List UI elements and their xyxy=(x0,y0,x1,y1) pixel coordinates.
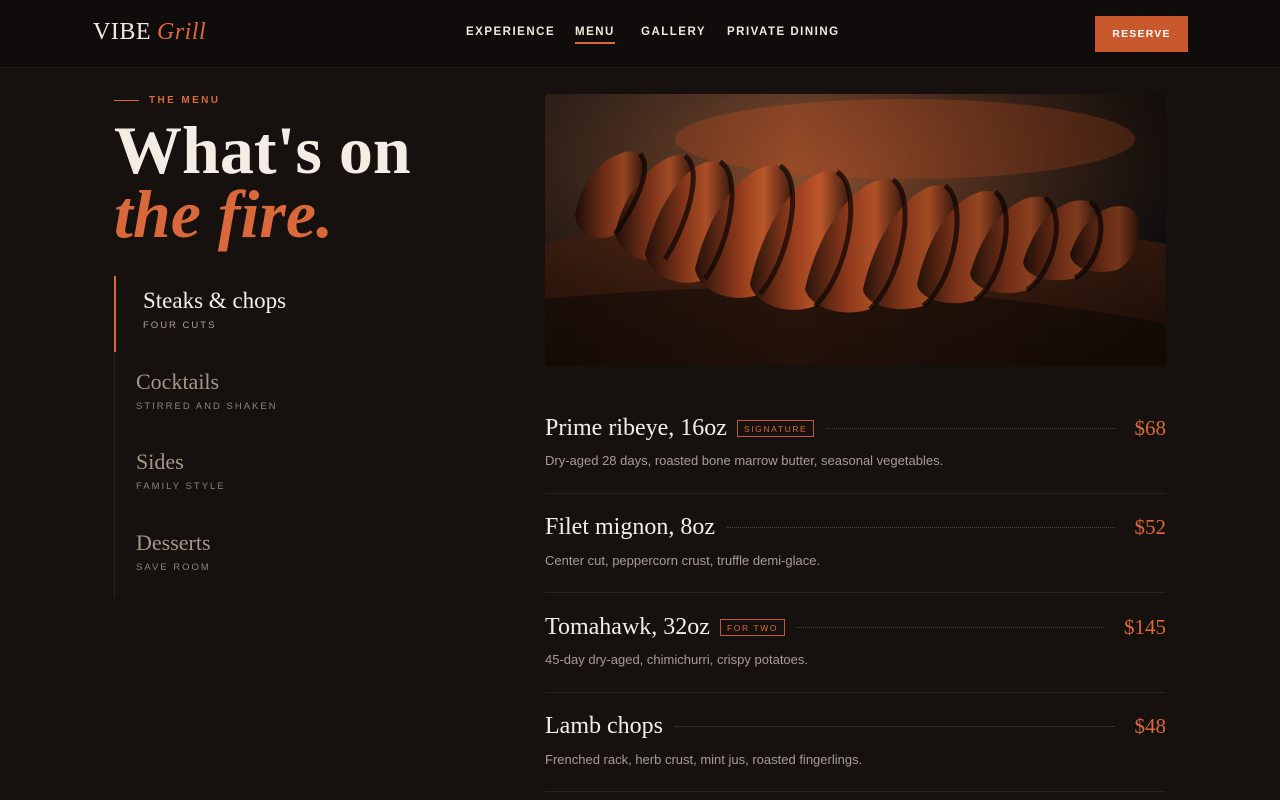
menu-item[interactable]: Filet mignon, 8oz $52 Center cut, pepper… xyxy=(545,494,1167,593)
menu-item[interactable]: Tomahawk, 32oz FOR TWO $145 45-day dry-a… xyxy=(545,593,1166,693)
menu-item-title: Prime ribeye, 16oz xyxy=(545,414,727,441)
category-subtitle: FOUR CUTS xyxy=(143,320,217,331)
steak-illustration xyxy=(545,94,1166,366)
menu-item-description: Center cut, peppercorn crust, truffle de… xyxy=(545,552,821,568)
menu-item-price: $145 xyxy=(1124,614,1166,639)
category-steaks-chops[interactable]: Steaks & chops FOUR CUTS xyxy=(114,276,414,357)
menu-item-title: Tomahawk, 32oz xyxy=(545,613,710,640)
category-subtitle: FAMILY STYLE xyxy=(136,481,226,492)
hero-steak-image xyxy=(545,94,1166,366)
nav-menu[interactable]: MENU xyxy=(575,26,615,44)
menu-item-price: $48 xyxy=(1134,714,1167,738)
menu-item-badge: FOR TWO xyxy=(719,618,786,636)
category-subtitle: SAVE ROOM xyxy=(136,561,211,573)
site-header: VIBE Grill EXPERIENCE MENU GALLERY PRIVAT… xyxy=(0,0,1280,68)
nav-experience[interactable]: EXPERIENCE xyxy=(466,26,555,38)
eyebrow-label: THE MENU xyxy=(149,95,221,106)
category-subtitle: STIRRED AND SHAKEN xyxy=(136,400,278,412)
category-sides[interactable]: Sides FAMILY STYLE xyxy=(115,437,414,518)
category-name: Sides xyxy=(136,449,184,474)
page-title: What's on the fire. xyxy=(114,116,411,252)
dotted-leader xyxy=(674,726,1115,727)
dotted-leader xyxy=(797,626,1104,628)
menu-item[interactable]: Lamb chops $48 Frenched rack, herb crust… xyxy=(545,693,1167,792)
dotted-leader xyxy=(826,427,1115,429)
category-name: Cocktails xyxy=(136,368,220,394)
menu-item-list: Prime ribeye, 16oz SIGNATURE $68 Dry-age… xyxy=(545,394,1166,792)
menu-item-title: Filet mignon, 8oz xyxy=(545,514,715,540)
nav-gallery[interactable]: GALLERY xyxy=(641,26,706,38)
title-line-2: the fire. xyxy=(114,176,334,252)
category-name: Desserts xyxy=(136,529,211,555)
eyebrow-rule xyxy=(114,100,139,101)
reserve-button[interactable]: RESERVE xyxy=(1095,16,1188,52)
menu-item-badge: SIGNATURE xyxy=(736,419,815,437)
dotted-leader xyxy=(727,527,1115,528)
menu-item-description: 45-day dry-aged, chimichurri, crispy pot… xyxy=(545,652,809,667)
menu-item-price: $52 xyxy=(1134,515,1167,539)
category-cocktails[interactable]: Cocktails STIRRED AND SHAKEN xyxy=(115,357,414,438)
section-eyebrow: THE MENU xyxy=(114,95,220,106)
category-name: Steaks & chops xyxy=(143,288,287,313)
menu-item-description: Dry-aged 28 days, roasted bone marrow bu… xyxy=(545,453,944,468)
category-desserts[interactable]: Desserts SAVE ROOM xyxy=(115,518,414,599)
nav-private-dining[interactable]: PRIVATE DINING xyxy=(727,26,840,38)
menu-item-title: Lamb chops xyxy=(545,713,663,739)
category-list: Steaks & chops FOUR CUTS Cocktails STIRR… xyxy=(114,276,414,598)
main-nav: EXPERIENCE MENU GALLERY PRIVATE DINING xyxy=(0,26,1280,46)
menu-item-description: Frenched rack, herb crust, mint jus, roa… xyxy=(545,751,863,767)
menu-item-price: $68 xyxy=(1134,415,1167,440)
menu-item[interactable]: Prime ribeye, 16oz SIGNATURE $68 Dry-age… xyxy=(545,394,1166,494)
